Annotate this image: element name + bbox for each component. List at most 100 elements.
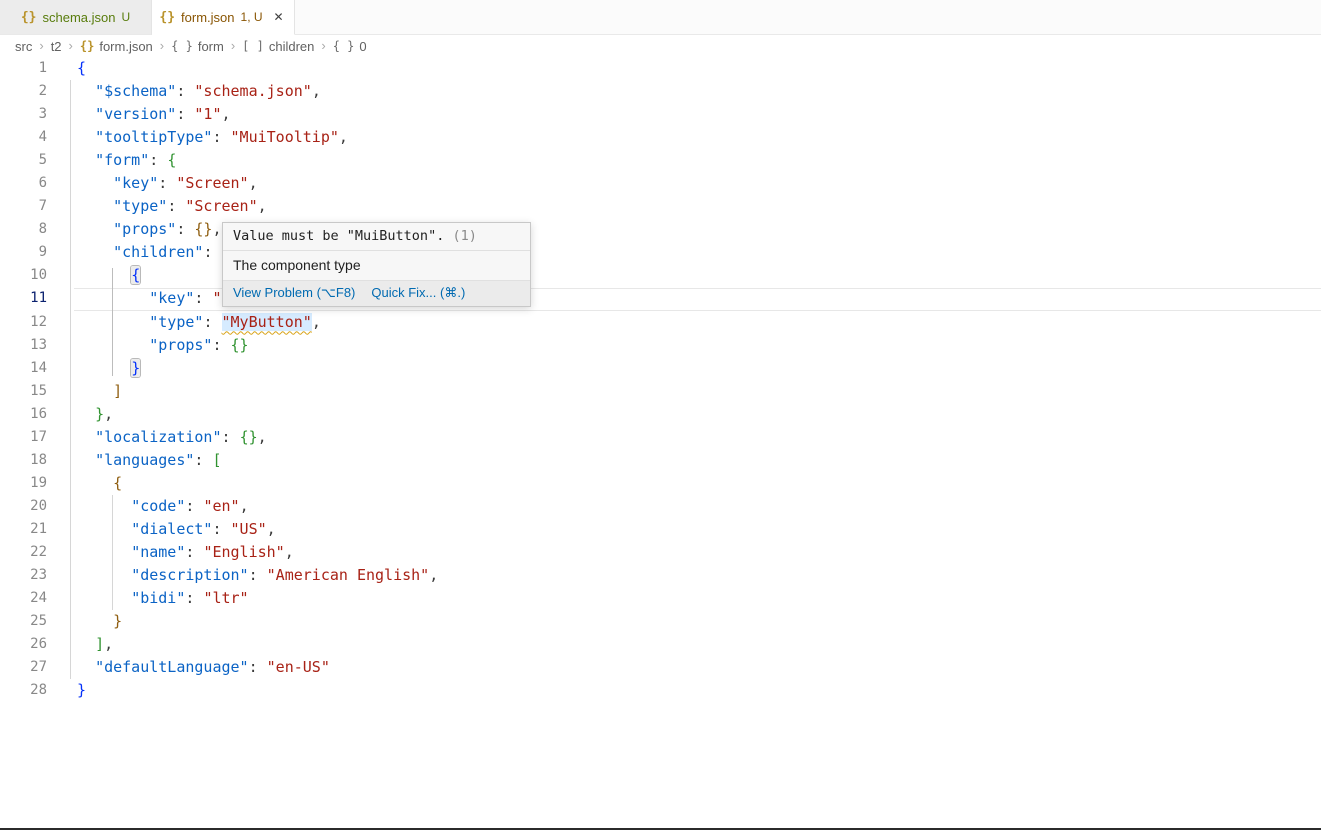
line-number: 20 <box>0 495 47 518</box>
breadcrumb-label: children <box>269 39 315 54</box>
code-token <box>77 451 95 469</box>
line-number: 26 <box>0 633 47 656</box>
code-token: , <box>285 543 294 561</box>
breadcrumb-item-t2[interactable]: t2 <box>51 39 62 54</box>
symbol-array-icon: [ ] <box>242 39 264 53</box>
breadcrumb-item-form-json[interactable]: {}form.json <box>80 39 153 54</box>
tab-bar-empty-space <box>295 0 1321 35</box>
code-token: , <box>212 220 221 238</box>
breadcrumb-item-form[interactable]: { }form <box>171 39 224 54</box>
code-line-10[interactable]: 10 { <box>0 264 1321 287</box>
code-line-21[interactable]: 21 "dialect": "US", <box>0 518 1321 541</box>
code-token: : <box>249 566 267 584</box>
code-line-11[interactable]: 11 "key": " <box>0 287 1321 310</box>
code-line-14[interactable]: 14 } <box>0 357 1321 380</box>
code-token: : <box>203 243 221 261</box>
code-text: { <box>47 57 86 80</box>
code-line-20[interactable]: 20 "code": "en", <box>0 495 1321 518</box>
line-number: 19 <box>0 472 47 495</box>
code-line-27[interactable]: 27 "defaultLanguage": "en-US" <box>0 656 1321 679</box>
code-line-16[interactable]: 16 }, <box>0 403 1321 426</box>
code-token: : <box>185 543 203 561</box>
code-token: "en-US" <box>267 658 330 676</box>
code-token <box>77 105 95 123</box>
code-line-25[interactable]: 25 } <box>0 610 1321 633</box>
quick-fix-link[interactable]: Quick Fix... (⌘.) <box>371 285 465 301</box>
problem-hover-tooltip: Value must be "MuiButton". (1) The compo… <box>222 222 531 307</box>
code-token: "schema.json" <box>194 82 311 100</box>
code-token: "MuiTooltip" <box>231 128 339 146</box>
code-token: , <box>312 313 321 331</box>
code-text: "props": {} <box>47 334 249 357</box>
code-token: : <box>158 174 176 192</box>
code-line-26[interactable]: 26 ], <box>0 633 1321 656</box>
symbol-object-icon: { } <box>333 39 355 53</box>
code-token <box>77 405 95 423</box>
code-editor[interactable]: 1{2 "$schema": "schema.json",3 "version"… <box>0 57 1321 830</box>
code-line-13[interactable]: 13 "props": {} <box>0 334 1321 357</box>
code-line-3[interactable]: 3 "version": "1", <box>0 103 1321 126</box>
code-line-19[interactable]: 19 { <box>0 472 1321 495</box>
code-token: "tooltipType" <box>95 128 212 146</box>
code-line-8[interactable]: 8 "props": {}, <box>0 218 1321 241</box>
code-line-9[interactable]: 9 "children": [ <box>0 241 1321 264</box>
close-tab-icon[interactable]: ✕ <box>271 9 287 25</box>
code-token: : <box>176 220 194 238</box>
code-line-18[interactable]: 18 "languages": [ <box>0 449 1321 472</box>
line-number: 4 <box>0 126 47 149</box>
code-text: ], <box>47 633 113 656</box>
tab-label: schema.json <box>43 10 116 25</box>
code-text: ] <box>47 380 122 403</box>
code-token <box>77 174 113 192</box>
code-line-17[interactable]: 17 "localization": {}, <box>0 426 1321 449</box>
code-token: : <box>222 428 240 446</box>
code-token: "American English" <box>267 566 430 584</box>
code-token: "ltr" <box>203 589 248 607</box>
code-token <box>77 382 113 400</box>
code-token: " <box>212 289 221 307</box>
json-file-icon: {} <box>80 39 94 53</box>
code-token <box>77 589 131 607</box>
code-line-15[interactable]: 15 ] <box>0 380 1321 403</box>
line-number: 10 <box>0 264 47 287</box>
code-text: { <box>47 264 140 287</box>
code-token: } <box>77 681 86 699</box>
code-token: , <box>258 197 267 215</box>
code-line-5[interactable]: 5 "form": { <box>0 149 1321 172</box>
editor-tab-bar: {} schema.json U {} form.json 1, U ✕ <box>0 0 1321 35</box>
code-line-2[interactable]: 2 "$schema": "schema.json", <box>0 80 1321 103</box>
code-line-1[interactable]: 1{ <box>0 57 1321 80</box>
line-number: 9 <box>0 241 47 264</box>
tab-schema-json[interactable]: {} schema.json U <box>0 0 152 35</box>
line-number: 3 <box>0 103 47 126</box>
breadcrumb: src›t2›{}form.json›{ }form›[ ]children›{… <box>0 35 1321 57</box>
hover-description: The component type <box>223 251 530 281</box>
code-line-23[interactable]: 23 "description": "American English", <box>0 564 1321 587</box>
breadcrumb-label: src <box>15 39 32 54</box>
code-token <box>77 543 131 561</box>
code-text: "props": {}, <box>47 218 222 241</box>
code-token: [ <box>212 451 221 469</box>
code-line-12[interactable]: 12 "type": "MyButton", <box>0 311 1321 334</box>
code-line-28[interactable]: 28} <box>0 679 1321 702</box>
breadcrumb-item-src[interactable]: src <box>15 39 32 54</box>
code-text: "key": "Screen", <box>47 172 258 195</box>
code-token <box>77 128 95 146</box>
code-token: "version" <box>95 105 176 123</box>
code-token: "key" <box>149 289 194 307</box>
code-line-7[interactable]: 7 "type": "Screen", <box>0 195 1321 218</box>
code-text: "version": "1", <box>47 103 231 126</box>
code-text: } <box>47 679 86 702</box>
view-problem-link[interactable]: View Problem (⌥F8) <box>233 285 355 301</box>
breadcrumb-item-children[interactable]: [ ] children <box>242 39 314 54</box>
tab-problem-git-badge: 1, U <box>241 10 263 24</box>
breadcrumb-item-0[interactable]: { }0 <box>333 39 367 54</box>
code-line-24[interactable]: 24 "bidi": "ltr" <box>0 587 1321 610</box>
code-token: "name" <box>131 543 185 561</box>
code-line-4[interactable]: 4 "tooltipType": "MuiTooltip", <box>0 126 1321 149</box>
code-text: "name": "English", <box>47 541 294 564</box>
tab-form-json[interactable]: {} form.json 1, U ✕ <box>152 0 295 35</box>
code-token <box>77 82 95 100</box>
code-line-22[interactable]: 22 "name": "English", <box>0 541 1321 564</box>
code-line-6[interactable]: 6 "key": "Screen", <box>0 172 1321 195</box>
